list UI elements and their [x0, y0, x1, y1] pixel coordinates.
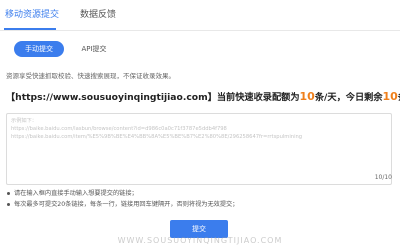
watermark: WWW.SOUSUOYINQINGTIJIAO.COM — [117, 236, 283, 245]
remaining-value: 10 — [382, 90, 398, 103]
description-text: 资源享受快速抓取校验、快速搜索展现，不保证收录效果。 — [6, 72, 175, 80]
quota-banner-middle: 条/天，今日剩余 — [314, 92, 383, 103]
tab-manual-submit[interactable]: 手动提交 — [14, 41, 64, 57]
quota-banner: 【https://www.sousuoyinqingtijiao.com】当前快… — [6, 89, 400, 103]
placeholder-line: https://baike.baidu.com/lasbun/browse/co… — [11, 126, 227, 132]
quota-value: 10 — [299, 90, 315, 103]
active-tab-indicator — [4, 28, 56, 30]
tab-mobile-resource-submit[interactable]: 移动资源提交 — [5, 7, 59, 20]
placeholder-line: https://baike.baidu.com/item/%E5%9B%BE%E… — [11, 134, 303, 140]
url-input-textarea[interactable]: 示例如下： https://baike.baidu.com/lasbun/bro… — [6, 113, 392, 185]
top-tab-bar: 移动资源提交 数据反馈 — [0, 0, 400, 31]
rule-item: 每次最多可提交20条链接，每条一行，链接用回车键隔开，否则将视为无效提交； — [6, 199, 238, 210]
tab-api-submit[interactable]: API提交 — [72, 41, 116, 57]
rule-text: 每次最多可提交20条链接，每条一行，链接用回车键隔开，否则将视为无效提交； — [14, 201, 239, 208]
link-counter: 10/10 — [374, 174, 392, 181]
placeholder-line: 示例如下： — [11, 118, 37, 124]
quota-banner-prefix: 【https://www.sousuoyinqingtijiao.com】当前快… — [6, 92, 300, 103]
rule-item: 请在输入框内直接手动输入想要提交的链接； — [6, 188, 238, 199]
rule-text: 请在输入框内直接手动输入想要提交的链接； — [14, 190, 138, 197]
bullet-icon — [7, 192, 10, 195]
bullet-icon — [7, 203, 10, 206]
rules-list: 请在输入框内直接手动输入想要提交的链接； 每次最多可提交20条链接，每条一行，链… — [6, 188, 238, 210]
tab-data-feedback[interactable]: 数据反馈 — [80, 7, 116, 20]
